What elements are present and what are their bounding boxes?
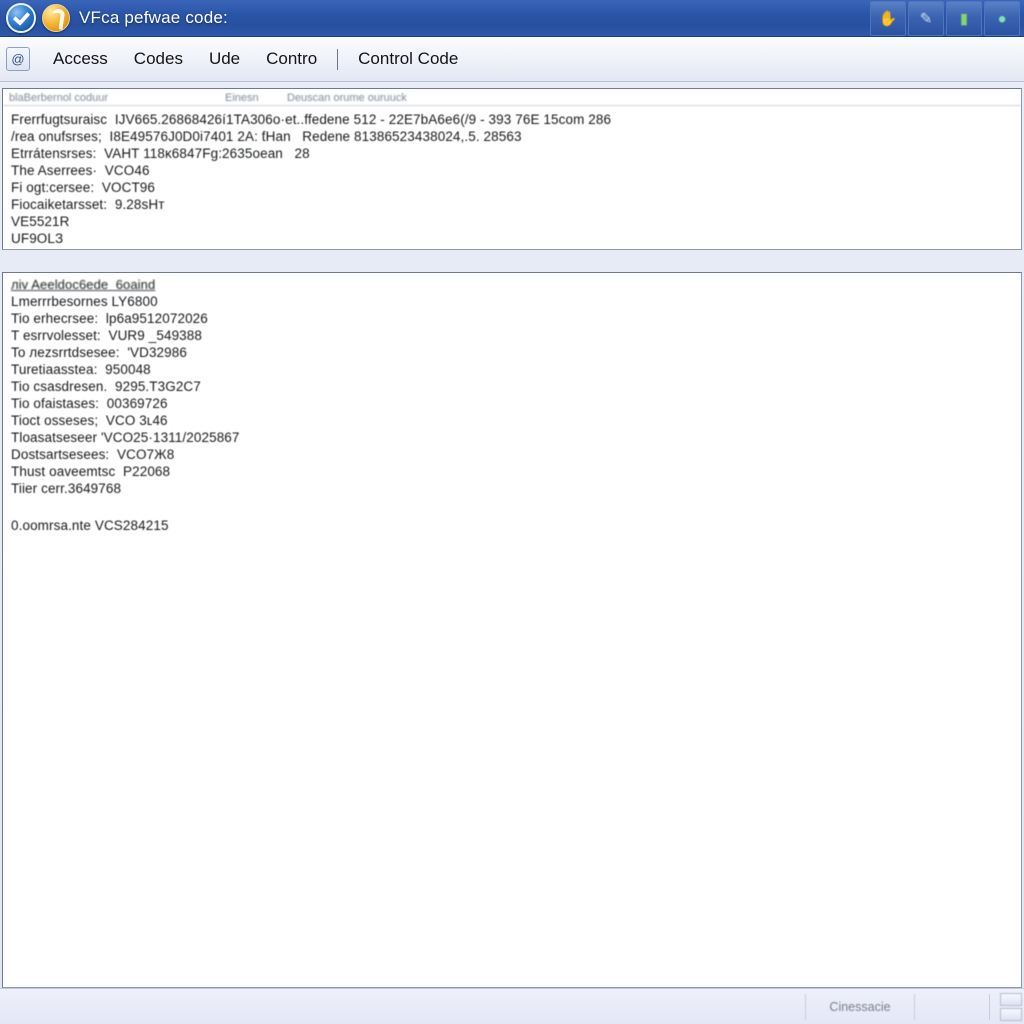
list-item[interactable]: Tio erhecrsee: lр6a9512072026 bbox=[3, 310, 1021, 327]
column-header-status: Einesn bbox=[225, 92, 259, 104]
window-title: VFca pefwae code: bbox=[79, 8, 228, 27]
top-panel-rows: Frerrfugtsuraisc IJV665.26868426í1TA306o… bbox=[3, 106, 1021, 247]
column-header-code: blaBerbernol coduur bbox=[9, 92, 109, 104]
top-results-panel[interactable]: blaBerbernol coduur Einesn Deuscan orume… bbox=[2, 88, 1022, 250]
list-item[interactable]: Thust oaveemtsc Р22068 bbox=[3, 463, 1021, 480]
menu-separator bbox=[337, 48, 339, 70]
list-item[interactable]: Fi ogt:cersee: VOCT96 bbox=[3, 179, 1021, 196]
bottom-panel-rows: лiv Aeeldoc6ede 6oaind Lmerrrbesornes LY… bbox=[3, 273, 1021, 534]
list-item[interactable]: Frerrfugtsuraisc IJV665.26868426í1TA306o… bbox=[3, 111, 1021, 128]
at-sign-icon[interactable] bbox=[6, 47, 30, 71]
status-bar: Cinessacie bbox=[0, 988, 1024, 1024]
list-item[interactable]: The Aserrees· VCO46 bbox=[3, 162, 1021, 179]
title-bar-icon-group bbox=[0, 3, 70, 33]
menu-item-access[interactable]: Access bbox=[40, 47, 121, 71]
bottom-panel-footer-row[interactable]: 0.oomrsa.nte VCS284215 bbox=[3, 517, 1021, 534]
list-item[interactable]: Dostsartsesees: VCO7Ж8 bbox=[3, 446, 1021, 463]
menu-item-ude[interactable]: Ude bbox=[196, 47, 253, 71]
thumbs-up-icon: ✋ bbox=[878, 10, 898, 27]
list-item[interactable]: Lmerrrbesornes LY6800 bbox=[3, 293, 1021, 310]
menu-item-contro[interactable]: Contro bbox=[253, 47, 330, 71]
thumbs-up-icon-button[interactable]: ✋ bbox=[870, 1, 906, 36]
wrench-tool-icon-button[interactable]: ✎ bbox=[908, 1, 944, 36]
status-indicator-icon bbox=[1000, 992, 1022, 1006]
list-item[interactable]: Fiocaiketarsset: 9.28ѕHт bbox=[3, 196, 1021, 213]
globe-icon: ● bbox=[997, 10, 1007, 27]
column-header-description: Deuscan orume ouruuck bbox=[287, 92, 407, 104]
status-right-indicators bbox=[1000, 992, 1022, 1021]
list-item[interactable]: To лezsrrtdsesee: 'VD32986 bbox=[3, 344, 1021, 361]
list-item[interactable]: Tio csasdresen. 9295.T3G2С7 bbox=[3, 378, 1021, 395]
globe-icon-button[interactable]: ● bbox=[984, 1, 1020, 36]
list-item[interactable]: Tio ofaistases: 00369726 bbox=[3, 395, 1021, 412]
list-item[interactable]: VE5521R bbox=[3, 213, 1021, 230]
car-icon: ▮ bbox=[959, 10, 969, 27]
bottom-detail-panel[interactable]: лiv Aeeldoc6ede 6oaind Lmerrrbesornes LY… bbox=[2, 272, 1022, 988]
orange-swirl-circle-icon bbox=[42, 4, 70, 32]
menu-item-codes[interactable]: Codes bbox=[121, 47, 196, 71]
top-panel-column-headers: blaBerbernol coduur Einesn Deuscan orume… bbox=[3, 89, 1021, 106]
status-indicator-icon bbox=[1000, 1007, 1022, 1021]
menu-item-control-code[interactable]: Control Code bbox=[345, 47, 471, 71]
list-item[interactable]: Tloasatseseer 'VCO25·1311/2025867 bbox=[3, 429, 1021, 446]
list-item[interactable]: /rea onufsrses; I8E49576J0D0i7401 2A: ƭH… bbox=[3, 128, 1021, 145]
title-bar-button-group: ✋ ✎ ▮ ● bbox=[870, 1, 1020, 36]
list-item[interactable]: Etrrátensrses: VAHT 118κ6847Fg:2635oean … bbox=[3, 145, 1021, 162]
list-item[interactable]: Tiier cerr.3649768 bbox=[3, 480, 1021, 497]
menu-bar: Access Codes Ude Contro Control Code bbox=[0, 37, 1024, 82]
bottom-panel-heading: лiv Aeeldoc6ede 6oaind bbox=[11, 277, 156, 292]
list-item[interactable]: UF9OLЗ bbox=[3, 230, 1021, 247]
car-icon-button[interactable]: ▮ bbox=[946, 1, 982, 36]
blue-check-circle-icon bbox=[6, 3, 36, 33]
list-item[interactable]: Tioct osseses; VCO 3ʟ46 bbox=[3, 412, 1021, 429]
list-item[interactable]: T esrrvolesset: VUR9 _549388 bbox=[3, 327, 1021, 344]
wrench-tool-icon: ✎ bbox=[919, 10, 933, 27]
application-window: VFca pefwae code: ✋ ✎ ▮ ● Access Codes U… bbox=[0, 0, 1024, 1024]
title-bar: VFca pefwae code: ✋ ✎ ▮ ● bbox=[0, 0, 1024, 37]
status-cell-empty bbox=[927, 993, 990, 1020]
status-cell-label: Cinessacie bbox=[805, 993, 915, 1020]
list-item[interactable]: Turetiaasstea: 950048 bbox=[3, 361, 1021, 378]
